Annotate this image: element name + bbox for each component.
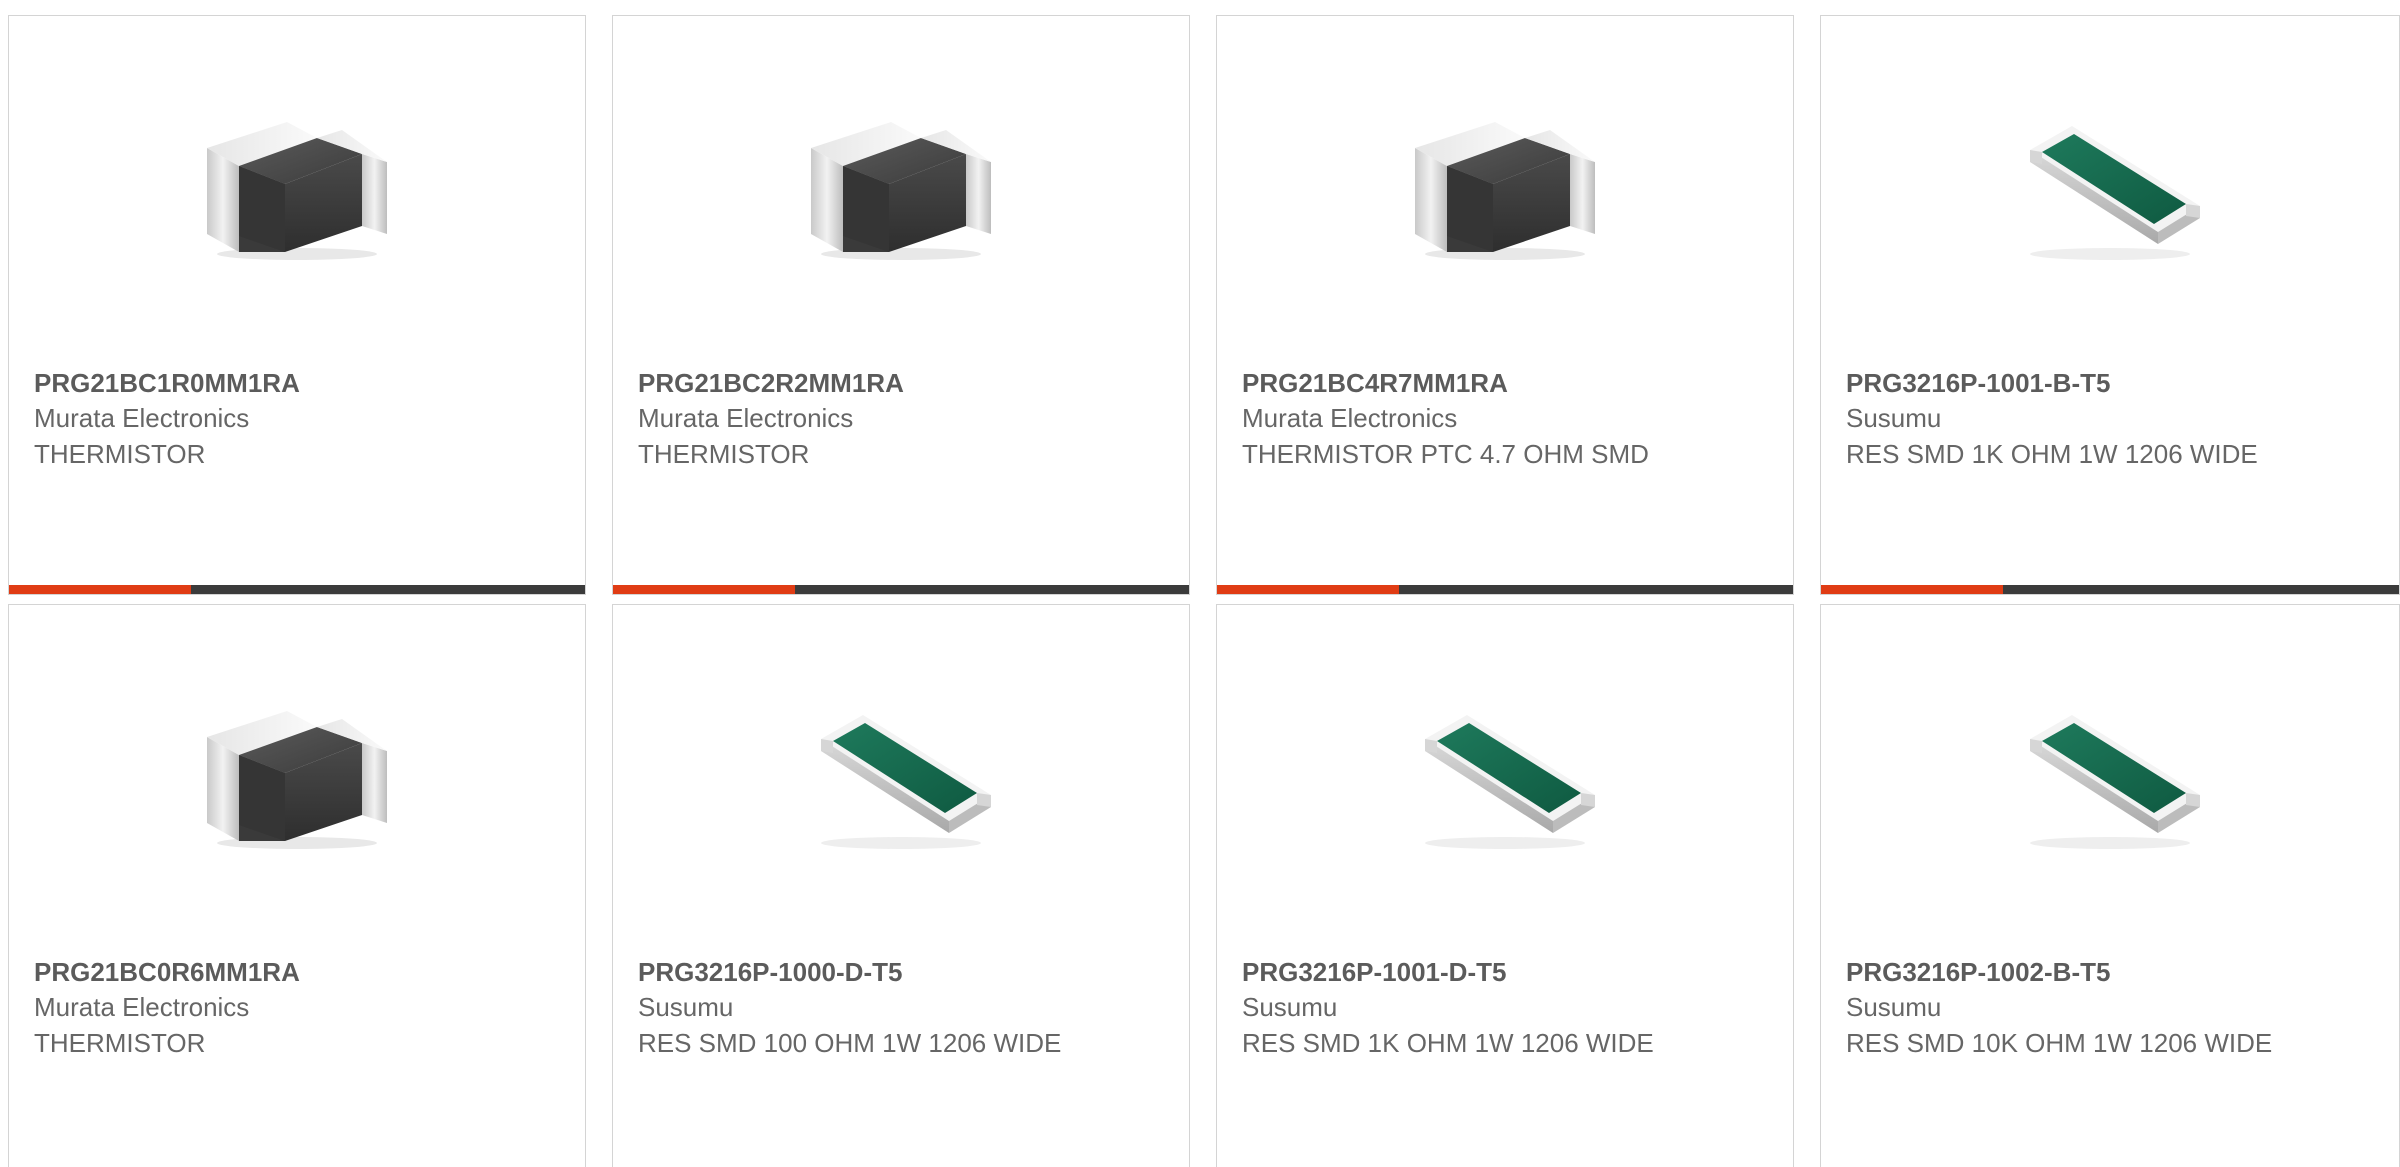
product-card[interactable]: PRG21BC2R2MM1RA Murata Electronics THERM…	[612, 15, 1190, 595]
product-card[interactable]: PRG3216P-1001-D-T5 Susumu RES SMD 1K OHM…	[1216, 604, 1794, 1167]
resistor-chip-icon	[801, 675, 1001, 875]
product-info: PRG3216P-1001-D-T5 Susumu RES SMD 1K OHM…	[1242, 955, 1768, 1061]
product-description: RES SMD 10K OHM 1W 1206 WIDE	[1846, 1028, 2273, 1058]
product-card[interactable]: PRG3216P-1002-B-T5 Susumu RES SMD 10K OH…	[1820, 604, 2400, 1167]
product-info: PRG21BC4R7MM1RA Murata Electronics THERM…	[1242, 366, 1768, 472]
card-footer-bar	[1821, 585, 2399, 594]
product-card[interactable]: PRG21BC4R7MM1RA Murata Electronics THERM…	[1216, 15, 1794, 595]
product-card[interactable]: PRG3216P-1001-B-T5 Susumu RES SMD 1K OHM…	[1820, 15, 2400, 595]
part-number-link[interactable]: PRG3216P-1001-B-T5	[1846, 366, 2374, 400]
product-description: RES SMD 100 OHM 1W 1206 WIDE	[638, 1028, 1062, 1058]
thermistor-chip-icon	[197, 86, 397, 286]
card-footer-bar	[9, 585, 585, 594]
product-info: PRG21BC1R0MM1RA Murata Electronics THERM…	[34, 366, 560, 472]
manufacturer-name: Murata Electronics	[638, 403, 854, 433]
product-description: THERMISTOR PTC 4.7 OHM SMD	[1242, 439, 1649, 469]
resistor-chip-icon	[2010, 86, 2210, 286]
card-accent-bar	[9, 585, 191, 594]
part-number-link[interactable]: PRG21BC0R6MM1RA	[34, 955, 560, 989]
manufacturer-name: Murata Electronics	[34, 992, 250, 1022]
thermistor-chip-icon	[197, 675, 397, 875]
manufacturer-name: Susumu	[1242, 992, 1338, 1022]
product-grid: PRG21BC1R0MM1RA Murata Electronics THERM…	[0, 0, 2400, 1167]
part-number-link[interactable]: PRG21BC1R0MM1RA	[34, 366, 560, 400]
card-accent-bar	[1217, 585, 1399, 594]
thermistor-chip-icon	[801, 86, 1001, 286]
resistor-chip-icon	[2010, 675, 2210, 875]
part-number-link[interactable]: PRG3216P-1002-B-T5	[1846, 955, 2374, 989]
manufacturer-name: Murata Electronics	[1242, 403, 1458, 433]
part-number-link[interactable]: PRG21BC2R2MM1RA	[638, 366, 1164, 400]
product-info: PRG3216P-1002-B-T5 Susumu RES SMD 10K OH…	[1846, 955, 2374, 1061]
part-number-link[interactable]: PRG3216P-1000-D-T5	[638, 955, 1164, 989]
card-accent-bar	[613, 585, 795, 594]
thermistor-chip-icon	[1405, 86, 1605, 286]
product-description: THERMISTOR	[638, 439, 810, 469]
card-footer-bar	[613, 585, 1189, 594]
card-footer-bar	[1217, 585, 1793, 594]
product-description: THERMISTOR	[34, 1028, 206, 1058]
resistor-chip-icon	[1405, 675, 1605, 875]
part-number-link[interactable]: PRG21BC4R7MM1RA	[1242, 366, 1768, 400]
product-description: RES SMD 1K OHM 1W 1206 WIDE	[1242, 1028, 1654, 1058]
manufacturer-name: Susumu	[1846, 403, 1942, 433]
product-info: PRG21BC2R2MM1RA Murata Electronics THERM…	[638, 366, 1164, 472]
product-card[interactable]: PRG3216P-1000-D-T5 Susumu RES SMD 100 OH…	[612, 604, 1190, 1167]
product-description: THERMISTOR	[34, 439, 206, 469]
card-accent-bar	[1821, 585, 2003, 594]
product-info: PRG3216P-1000-D-T5 Susumu RES SMD 100 OH…	[638, 955, 1164, 1061]
product-card[interactable]: PRG21BC1R0MM1RA Murata Electronics THERM…	[8, 15, 586, 595]
product-info: PRG21BC0R6MM1RA Murata Electronics THERM…	[34, 955, 560, 1061]
part-number-link[interactable]: PRG3216P-1001-D-T5	[1242, 955, 1768, 989]
product-info: PRG3216P-1001-B-T5 Susumu RES SMD 1K OHM…	[1846, 366, 2374, 472]
manufacturer-name: Murata Electronics	[34, 403, 250, 433]
manufacturer-name: Susumu	[638, 992, 734, 1022]
product-description: RES SMD 1K OHM 1W 1206 WIDE	[1846, 439, 2258, 469]
manufacturer-name: Susumu	[1846, 992, 1942, 1022]
product-card[interactable]: PRG21BC0R6MM1RA Murata Electronics THERM…	[8, 604, 586, 1167]
